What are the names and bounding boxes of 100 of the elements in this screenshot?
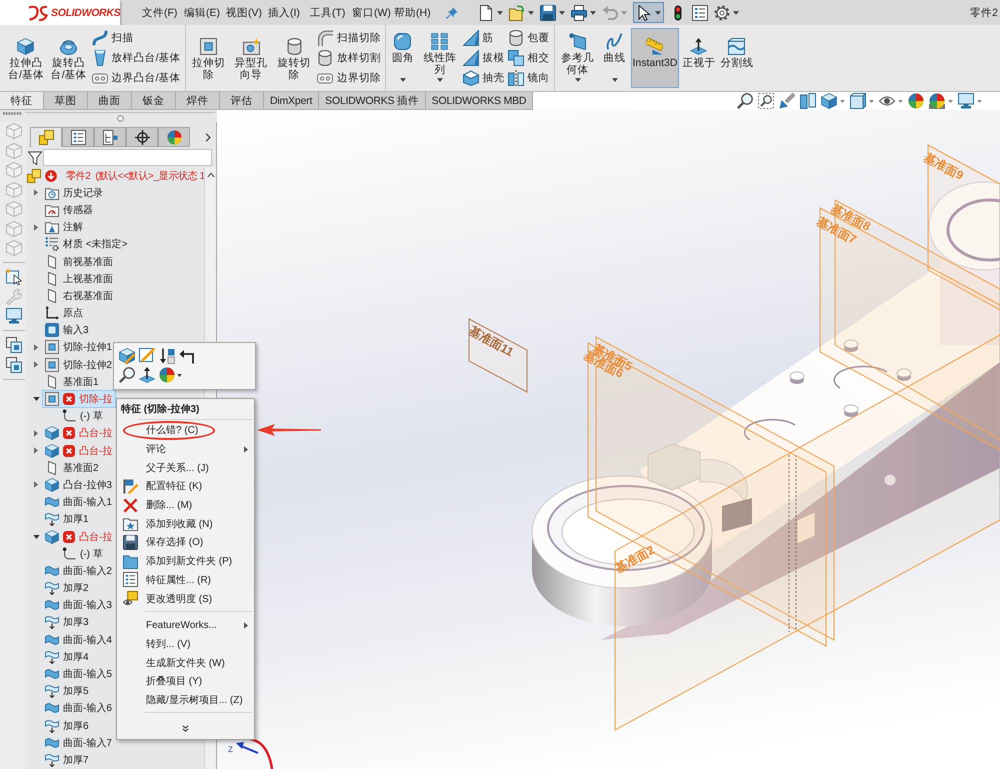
- tab[interactable]: 草图: [44, 92, 88, 109]
- folder-arrow-icon[interactable]: [509, 4, 525, 20]
- tree-item[interactable]: 曲面-输入5: [42, 665, 116, 683]
- tree-item[interactable]: 凸台-拉: [42, 442, 116, 460]
- ribbon-button[interactable]: 边界凸台/基体: [90, 68, 182, 88]
- ribbon-button[interactable]: 正视于: [680, 28, 718, 88]
- tree-item[interactable]: 加厚2: [42, 580, 93, 597]
- printer-icon[interactable]: [571, 4, 587, 20]
- tree-item[interactable]: 曲面-输入1: [42, 494, 116, 511]
- tree-item[interactable]: (-) 草: [59, 545, 107, 562]
- tab[interactable]: 曲面: [88, 92, 132, 109]
- tree-item[interactable]: 曲面-输入4: [42, 631, 116, 648]
- menu-item[interactable]: 评论: [117, 440, 254, 458]
- menu-item[interactable]: 帮助(H): [394, 6, 436, 20]
- tree-item[interactable]: 前视基准面: [42, 252, 117, 270]
- menu-item[interactable]: 配置特征 (K): [117, 477, 254, 496]
- caret-right-icon[interactable]: [34, 361, 38, 368]
- ribbon-button[interactable]: 边界切除: [316, 68, 382, 88]
- arrow-up-icon[interactable]: [139, 367, 155, 383]
- tab[interactable]: SOLIDWORKS 插件: [319, 92, 426, 109]
- pointer-tool-button[interactable]: [633, 2, 664, 23]
- filter-icon[interactable]: [28, 150, 42, 164]
- ribbon-button[interactable]: 拉伸凸台/基体: [5, 28, 47, 88]
- cube-pencil-icon[interactable]: [119, 348, 135, 364]
- caret-right-icon[interactable]: [34, 447, 38, 454]
- tree-item[interactable]: 传感器: [42, 201, 97, 219]
- tree-item[interactable]: 材质 <未指定>: [42, 236, 132, 253]
- color-ball-icon[interactable]: [929, 93, 945, 109]
- ribbon-button[interactable]: 筋: [462, 28, 506, 48]
- tree-item[interactable]: 曲面-输入3: [42, 596, 116, 614]
- pencil-arrow-icon[interactable]: [779, 93, 795, 109]
- tree-item[interactable]: 历史记录: [42, 184, 107, 202]
- color-ball-icon[interactable]: [159, 367, 175, 383]
- list-icon[interactable]: [692, 4, 708, 20]
- pin-icon[interactable]: [446, 6, 458, 18]
- ribbon-button[interactable]: Instant3D: [630, 28, 680, 88]
- ribbon-button[interactable]: 分割线: [718, 28, 756, 88]
- tree-item[interactable]: 加厚6: [42, 717, 93, 734]
- ribbon-button[interactable]: 拉伸切除: [188, 28, 230, 88]
- tree-item[interactable]: 右视基准面: [42, 287, 117, 304]
- ribbon-button[interactable]: 旋转切除: [273, 28, 315, 88]
- cursor-box-icon[interactable]: [6, 269, 22, 285]
- menu-item[interactable]: 删除... (M): [117, 496, 254, 514]
- ribbon-button[interactable]: 放样凸台/基体: [90, 48, 182, 68]
- magnifier-icon[interactable]: [737, 93, 753, 109]
- menu-item[interactable]: FeatureWorks...: [117, 616, 254, 635]
- menu-item[interactable]: 转到... (V): [117, 634, 254, 654]
- grip-icon[interactable]: [3, 112, 23, 115]
- tree-item[interactable]: 切除-拉: [42, 390, 116, 408]
- ribbon-button[interactable]: 参考几何体: [556, 28, 598, 88]
- tree-item[interactable]: 基准面1: [42, 373, 103, 390]
- tree-item[interactable]: 注解: [42, 218, 87, 236]
- menu-item[interactable]: 文件(F): [142, 6, 184, 20]
- menu-item[interactable]: 折叠项目 (Y): [117, 672, 254, 691]
- menu-item[interactable]: 保存选择 (O): [117, 533, 254, 552]
- panel-tab[interactable]: [126, 127, 158, 147]
- tree-item[interactable]: 上视基准面: [42, 270, 117, 288]
- cube-icon[interactable]: [821, 93, 837, 109]
- menu-item[interactable]: 更改透明度 (S): [117, 589, 254, 608]
- caret-right-icon[interactable]: [34, 189, 38, 196]
- ribbon-button[interactable]: 包覆: [506, 28, 551, 48]
- menu-item[interactable]: 视图(V): [226, 6, 268, 20]
- panel-tab[interactable]: [62, 127, 94, 147]
- return-arrow-icon[interactable]: [179, 348, 195, 364]
- stacked-squares-icon[interactable]: [6, 356, 22, 372]
- caret-down-icon[interactable]: [590, 10, 596, 14]
- splitter-handle-icon[interactable]: [116, 115, 124, 122]
- document-icon[interactable]: [478, 4, 494, 20]
- monitor-icon[interactable]: [6, 308, 22, 324]
- box-icon[interactable]: [850, 93, 866, 109]
- menu-item[interactable]: 添加到新文件夹 (P): [117, 552, 254, 570]
- tree-item[interactable]: 凸台-拉: [42, 424, 116, 442]
- tree-item[interactable]: (-) 草: [59, 408, 107, 425]
- ribbon-button[interactable]: 扫描切除: [316, 28, 382, 48]
- tree-item[interactable]: 基准面2: [42, 459, 103, 476]
- settings-icon[interactable]: [714, 4, 730, 20]
- menu-item[interactable]: 插入(I): [268, 6, 310, 20]
- tree-item[interactable]: 加厚7: [42, 751, 93, 769]
- stacked-squares-icon[interactable]: [6, 337, 22, 353]
- ribbon-button[interactable]: 相交: [506, 48, 551, 68]
- tree-item[interactable]: 输入3: [42, 322, 93, 339]
- panel-tab[interactable]: [94, 127, 126, 147]
- tab[interactable]: 钣金: [132, 92, 176, 109]
- tree-item[interactable]: 加厚1: [42, 510, 93, 528]
- tree-item[interactable]: 加厚5: [42, 682, 93, 700]
- menu-item[interactable]: 窗口(W): [352, 6, 394, 20]
- menu-item[interactable]: 特征属性... (R): [117, 570, 254, 590]
- caret-down-icon[interactable]: [655, 10, 661, 14]
- ribbon-button[interactable]: 拔模: [462, 48, 506, 68]
- menu-item[interactable]: 生成新文件夹 (W): [117, 653, 254, 672]
- menu-item[interactable]: 工具(T): [310, 6, 352, 20]
- magnifier-icon[interactable]: [119, 367, 135, 383]
- caret-right-icon[interactable]: [34, 430, 38, 437]
- tree-item[interactable]: 切除-拉伸2: [42, 356, 116, 374]
- color-ball-icon[interactable]: [908, 93, 924, 109]
- tree-item[interactable]: 切除-拉伸1: [42, 338, 116, 356]
- ribbon-button[interactable]: 扫描: [90, 28, 182, 48]
- caret-down-icon[interactable]: [559, 10, 565, 14]
- caret-down-icon[interactable]: [32, 397, 40, 402]
- cursor-arrow-icon[interactable]: [636, 4, 652, 20]
